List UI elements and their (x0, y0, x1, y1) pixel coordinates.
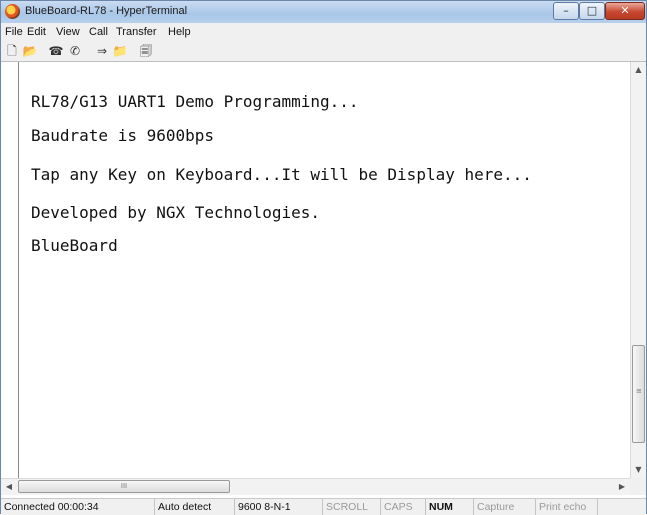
toolbar: 🗋 📂 ☎ ✆ ⇒ 📁 🗐 (1, 42, 646, 62)
status-port-settings: 9600 8-N-1 (235, 499, 323, 515)
terminal-left-margin (1, 62, 11, 478)
status-auto-detect: Auto detect (155, 499, 235, 515)
horizontal-scroll-thumb[interactable]: III (18, 480, 230, 493)
status-capture: Capture (474, 499, 536, 515)
menu-edit[interactable]: Edit (27, 26, 46, 38)
scroll-up-arrow-icon[interactable]: ▲ (631, 62, 646, 78)
menu-help[interactable]: Help (168, 26, 191, 38)
terminal-line: Tap any Key on Keyboard...It will be Dis… (31, 165, 532, 184)
status-print-echo: Print echo (536, 499, 598, 515)
scrollbar-corner (630, 478, 646, 495)
scroll-left-arrow-icon[interactable]: ◀ (1, 479, 17, 495)
menu-file[interactable]: File (5, 26, 23, 38)
new-document-icon[interactable]: 🗋 (4, 44, 20, 58)
terminal-line: BlueBoard (31, 236, 118, 255)
menu-transfer[interactable]: Transfer (116, 26, 157, 38)
terminal-screen[interactable]: RL78/G13 UART1 Demo Programming... Baudr… (18, 62, 630, 478)
status-caps: CAPS (381, 499, 426, 515)
terminal-line: RL78/G13 UART1 Demo Programming... (31, 92, 359, 111)
scroll-down-arrow-icon[interactable]: ▼ (631, 462, 646, 478)
disconnect-icon[interactable]: ✆ (67, 44, 83, 58)
status-connected: Connected 00:00:34 (1, 499, 155, 515)
status-scroll: SCROLL (323, 499, 381, 515)
horizontal-scrollbar[interactable]: ◀ III ▶ (1, 478, 630, 495)
open-folder-icon[interactable]: 📂 (22, 44, 38, 58)
menu-call[interactable]: Call (89, 26, 108, 38)
menu-bar: File Edit View Call Transfer Help (1, 23, 646, 43)
status-num: NUM (426, 499, 474, 515)
vertical-scroll-thumb[interactable]: ≡ (632, 345, 645, 443)
close-button[interactable]: ✕ (605, 2, 645, 20)
window-title: BlueBoard-RL78 - HyperTerminal (25, 5, 188, 17)
send-icon[interactable]: ⇒ (94, 44, 110, 58)
receive-icon[interactable]: 📁 (112, 44, 128, 58)
hyperterminal-app-icon[interactable] (5, 4, 20, 19)
menu-view[interactable]: View (56, 26, 80, 38)
scroll-grip-icon: ≡ (636, 387, 642, 395)
terminal-area[interactable]: RL78/G13 UART1 Demo Programming... Baudr… (1, 62, 646, 498)
hyperterminal-window: BlueBoard-RL78 - HyperTerminal – □ ✕ Fil… (0, 0, 647, 515)
status-bar: Connected 00:00:34 Auto detect 9600 8-N-… (1, 498, 646, 515)
maximize-button[interactable]: □ (579, 2, 605, 20)
minimize-button[interactable]: – (553, 2, 579, 20)
vertical-scrollbar[interactable]: ▲ ≡ ▼ (630, 62, 646, 478)
scroll-right-arrow-icon[interactable]: ▶ (614, 479, 630, 495)
title-bar[interactable]: BlueBoard-RL78 - HyperTerminal – □ ✕ (1, 1, 646, 23)
properties-icon[interactable]: 🗐 (138, 44, 154, 58)
phone-icon[interactable]: ☎ (48, 44, 64, 58)
terminal-line: Baudrate is 9600bps (31, 126, 215, 145)
terminal-line: Developed by NGX Technologies. (31, 203, 320, 222)
